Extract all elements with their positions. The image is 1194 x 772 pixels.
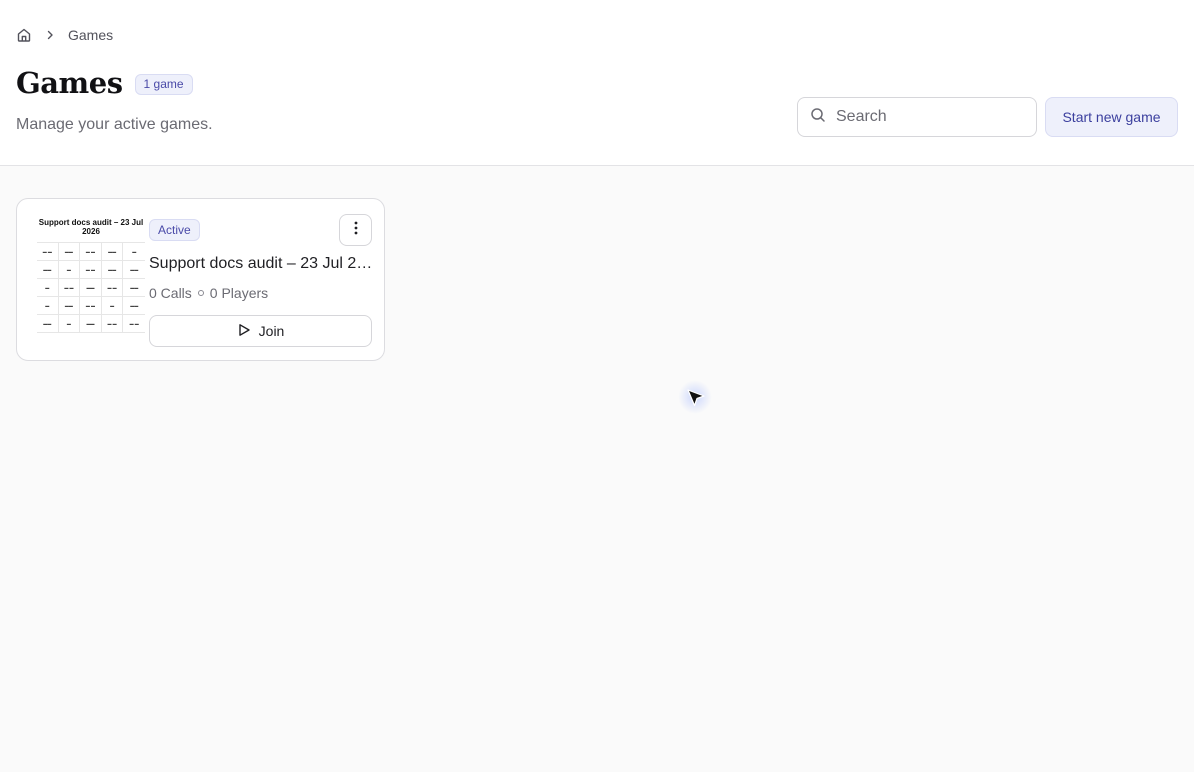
search-input[interactable] [836, 108, 1016, 126]
thumbnail-cell: ▬ ▬ [123, 315, 145, 333]
thumbnail-cell: ▬ ▬ [80, 261, 102, 279]
thumbnail-cell: ▬ [58, 315, 81, 333]
title-row: Games 1 game [16, 66, 193, 100]
thumbnail-cell: ▬▬ [123, 297, 145, 315]
thumbnail-cell: ▬▬ [80, 279, 102, 297]
thumbnail-title: Support docs audit – 23 Jul 2026 [38, 218, 144, 236]
thumbnail-cell: ▬ [37, 297, 59, 315]
game-count-badge: 1 game [134, 73, 193, 95]
thumbnail-cell: ▬ [101, 297, 124, 315]
more-options-button[interactable] [339, 214, 372, 246]
thumbnail-cell: ▬▬ [37, 315, 59, 333]
mouse-cursor-icon [678, 380, 712, 414]
thumbnail-cell: ▬▬ [101, 243, 124, 261]
page-title: Games [16, 66, 123, 100]
game-thumbnail[interactable]: Support docs audit – 23 Jul 2026 ▬ ▬ ▬▬ … [33, 215, 149, 335]
thumbnail-cell: ▬▬ [58, 297, 81, 315]
home-icon[interactable] [16, 27, 32, 43]
separator-dot-icon [197, 290, 204, 296]
thumbnail-cell: ▬ [123, 243, 145, 261]
game-title[interactable]: Support docs audit – 23 Jul 2026 [149, 255, 373, 273]
page-header: Games Games 1 game Manage your active ga… [0, 0, 1194, 166]
thumbnail-cell: ▬ [37, 279, 59, 297]
thumbnail-cell: ▬▬ [58, 243, 81, 261]
players-count: 0 Players [209, 285, 269, 301]
game-card: Support docs audit – 23 Jul 2026 ▬ ▬ ▬▬ … [16, 198, 385, 361]
page-subtitle: Manage your active games. [16, 116, 213, 133]
thumbnail-grid: ▬ ▬ ▬▬ ▬ ▬ ▬▬ ▬ ▬▬ ▬ ▬ ▬ ▬▬ ▬▬ ▬ ▬ ▬ ▬▬ … [37, 242, 145, 333]
join-button[interactable]: Join [149, 315, 372, 347]
thumbnail-cell: ▬ ▬ [37, 243, 59, 261]
status-badge: Active [149, 219, 200, 241]
calls-count: 0 Calls [149, 285, 192, 301]
thumbnail-cell: ▬ ▬ [101, 315, 124, 333]
thumbnail-cell: ▬▬ [37, 261, 59, 279]
breadcrumb: Games [16, 25, 113, 45]
thumbnail-cell: ▬▬ [123, 261, 145, 279]
play-icon [237, 323, 251, 340]
thumbnail-cell: ▬ ▬ [58, 279, 81, 297]
thumbnail-cell: ▬▬ [80, 315, 102, 333]
search-box[interactable] [797, 97, 1037, 137]
search-icon [810, 107, 826, 128]
thumbnail-cell: ▬ ▬ [80, 243, 102, 261]
start-new-game-button[interactable]: Start new game [1045, 97, 1178, 137]
thumbnail-cell: ▬ ▬ [101, 279, 124, 297]
breadcrumb-current: Games [68, 27, 114, 43]
thumbnail-cell: ▬▬ [101, 261, 124, 279]
thumbnail-cell: ▬ ▬ [80, 297, 102, 315]
thumbnail-cell: ▬▬ [123, 279, 145, 297]
join-label: Join [258, 323, 285, 339]
game-meta: 0 Calls 0 Players [149, 285, 268, 301]
more-vertical-icon [354, 221, 358, 240]
chevron-right-icon [44, 29, 56, 41]
thumbnail-cell: ▬ [58, 261, 81, 279]
